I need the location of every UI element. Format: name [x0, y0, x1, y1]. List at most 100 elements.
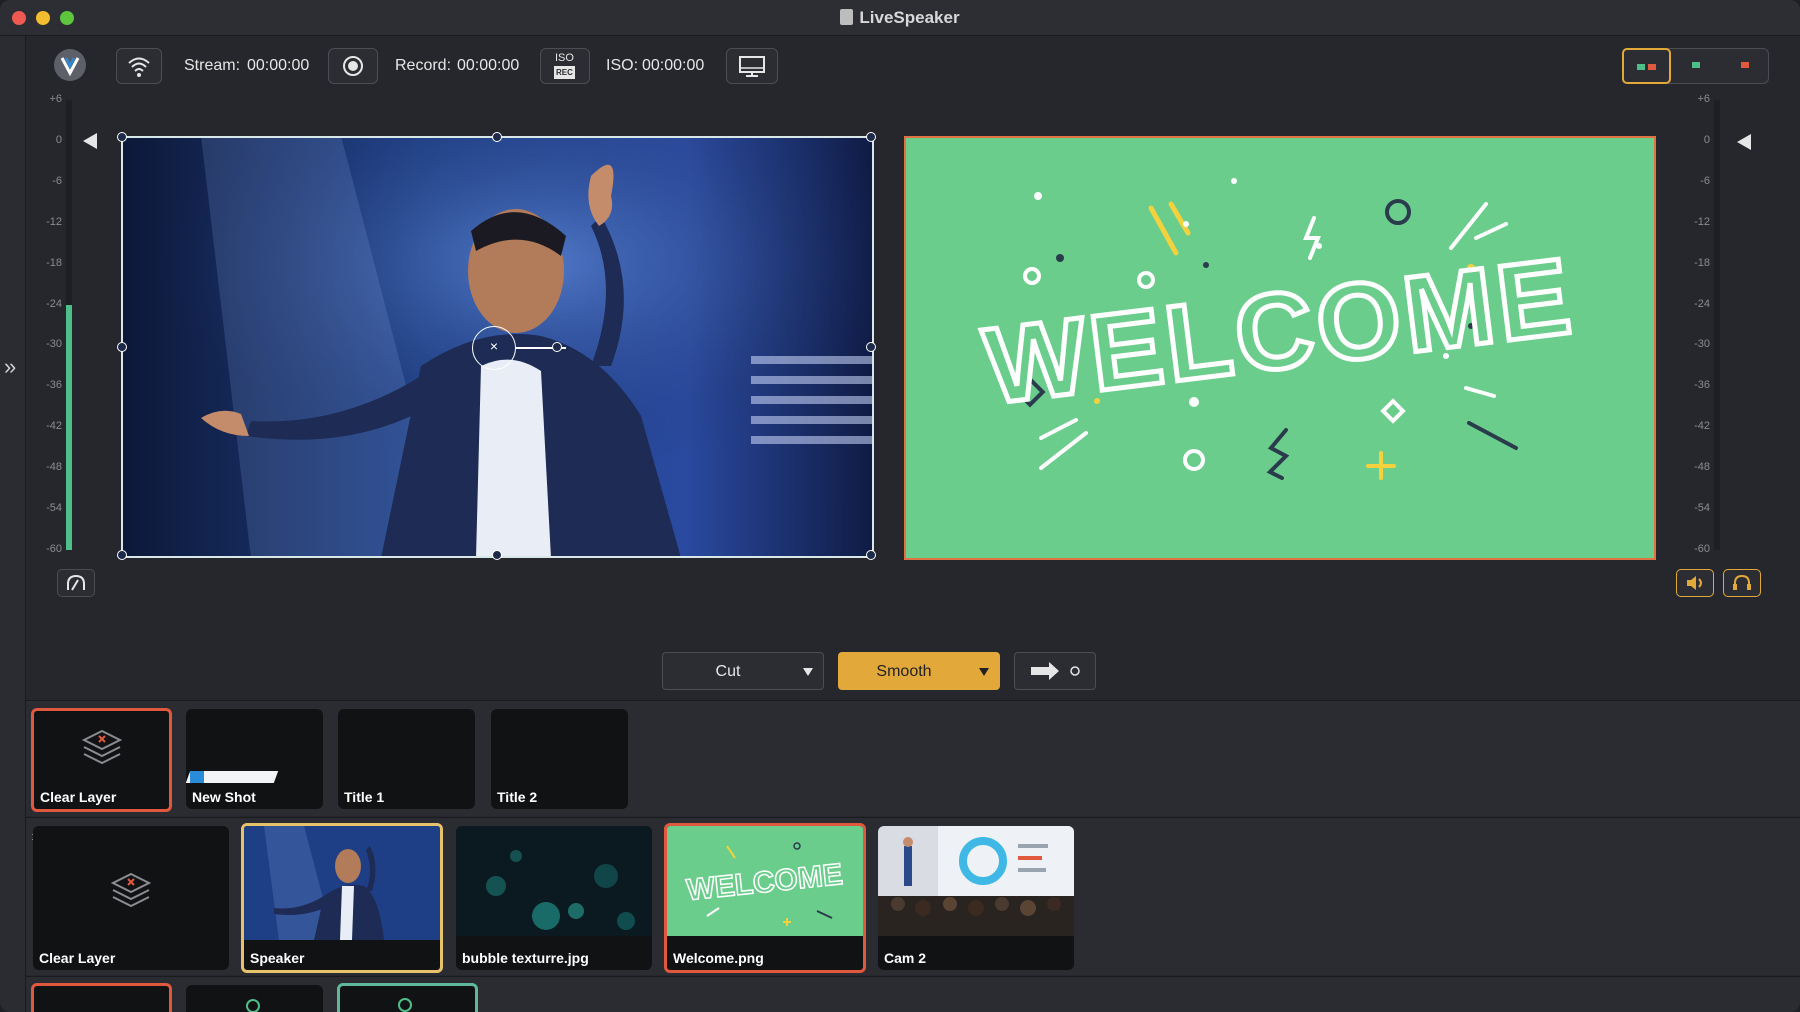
meter-tick-label: -48 [1694, 461, 1710, 474]
iso-badge-sub: REC [554, 66, 575, 79]
meter-tick-label: -12 [46, 215, 62, 228]
layout-program-only-button[interactable] [1721, 48, 1770, 84]
record-timer: 00:00:00 [457, 57, 520, 74]
meter-tick-label: -42 [46, 420, 62, 433]
program-speaker-button[interactable] [1676, 569, 1714, 597]
shot-tile[interactable]: Title 2 [491, 709, 628, 809]
shot-tile[interactable]: Clear Layer [33, 826, 229, 970]
expand-sidebar-icon[interactable]: » [4, 354, 16, 380]
record-icon [343, 56, 363, 76]
bubble-texture-thumbnail [456, 826, 652, 936]
shot-tile[interactable] [31, 983, 172, 1012]
shot-name: Welcome.png [673, 950, 764, 966]
meter-scale: +6 0 -6 -12 -18 -24 -30 -36 -42 -48 -54 -60 [36, 93, 66, 558]
document-icon [840, 9, 854, 25]
meter-tick-label: -24 [1694, 297, 1710, 310]
meter-tick-label: -54 [46, 502, 62, 515]
shot-name: Title 2 [497, 789, 538, 805]
shot-name: bubble texturre.jpg [462, 950, 589, 966]
meter-tick-label: +6 [49, 93, 62, 105]
audio-mix-icon [67, 574, 85, 591]
meter-level [66, 304, 72, 550]
program-volume-handle[interactable] [1737, 134, 1751, 150]
layers-icon [81, 729, 123, 765]
cut-label: Cut [715, 663, 741, 680]
green-square-icon [1692, 62, 1700, 68]
meter-tick-label: -30 [46, 338, 62, 351]
shot-tile[interactable]: Speaker [241, 823, 443, 973]
meter-tick-label: -30 [1694, 338, 1710, 351]
shot-tile[interactable]: New Shot [186, 709, 323, 809]
meter-tick-label: -48 [46, 461, 62, 474]
mic-icon [246, 999, 260, 1012]
program-headphones-button[interactable] [1723, 569, 1761, 597]
iso-timer: 00:00:00 [642, 57, 705, 74]
record-label: Record: [395, 57, 452, 74]
shot-name: Cam 2 [884, 950, 927, 966]
shot-tile[interactable]: Title 1 [338, 709, 475, 809]
stream-timer: 00:00:00 [247, 57, 310, 74]
app-logo-icon[interactable] [54, 49, 86, 81]
meter-tick-label: -36 [1694, 379, 1710, 392]
welcome-graphic: WELCOME [906, 138, 1654, 558]
speaker-thumbnail [244, 826, 440, 940]
red-square-icon [1648, 64, 1656, 70]
shot-layer-row-3 [26, 976, 1800, 1012]
meter-tick-label: -60 [46, 543, 62, 555]
preview-audio-button[interactable] [57, 569, 95, 597]
shot-name: New Shot [192, 789, 256, 805]
shot-tile[interactable] [186, 985, 323, 1012]
iso-badge-text: ISO [554, 52, 574, 64]
program-monitor[interactable]: WELCOME [904, 136, 1656, 560]
shot-tile[interactable]: bubble texturre.jpg [456, 826, 652, 970]
meter-tick-label: -42 [1694, 420, 1710, 433]
meter-bar [1714, 100, 1720, 550]
window-title: LiveSpeaker [0, 8, 1800, 28]
monitor-icon [739, 56, 765, 77]
iso-label: ISO: [606, 57, 639, 74]
take-transition-button[interactable] [1014, 652, 1096, 690]
anchor-point-icon[interactable]: × [472, 326, 516, 370]
left-sidebar-strip: » [0, 36, 26, 1012]
meter-tick-label: +6 [1697, 93, 1710, 105]
record-button[interactable] [328, 48, 378, 84]
shot-tile[interactable]: Clear Layer [31, 708, 172, 812]
layout-preview-program-button[interactable] [1622, 48, 1671, 84]
stream-label: Stream: [184, 57, 241, 74]
wifi-icon [128, 57, 150, 77]
meter-tick-label: -18 [46, 256, 62, 269]
output-display-button[interactable] [726, 48, 778, 84]
meter-scale: +6 0 -6 -12 -18 -24 -30 -36 -42 -48 -54 -60 [1684, 93, 1714, 558]
meter-bar [66, 100, 72, 550]
speaker-icon [1687, 576, 1702, 590]
meter-tick-label: -6 [1700, 174, 1710, 187]
meter-tick-label: -12 [1694, 215, 1710, 228]
meter-tick-label: -60 [1694, 543, 1710, 555]
smooth-transition-dropdown[interactable]: Smooth [838, 652, 1000, 690]
cam2-thumbnail [878, 826, 1074, 936]
shot-layer-row-1: Clear Layer New Shot Title 1 Title 2 [26, 700, 1800, 816]
shot-tile[interactable]: Cam 2 [878, 826, 1074, 970]
meter-tick-label: 0 [55, 133, 62, 146]
shot-tile[interactable]: WELCOME Welcome.png [664, 823, 866, 973]
headphones-icon [1733, 574, 1751, 590]
preview-volume-handle[interactable] [83, 133, 97, 149]
shot-name: Speaker [250, 950, 305, 966]
chevron-down-icon [803, 668, 813, 676]
program-audio-meter: +6 0 -6 -12 -18 -24 -30 -36 -42 -48 -54 -60 [1684, 93, 1724, 558]
iso-record-button[interactable]: ISO REC [540, 48, 590, 84]
layout-preview-only-button[interactable] [1672, 48, 1721, 84]
mic-icon [398, 998, 412, 1012]
lower-third-accent [190, 771, 204, 783]
smooth-label: Smooth [876, 663, 932, 680]
preview-audio-meter: +6 0 -6 -12 -18 -24 -30 -36 -42 -48 -54 -60 [36, 93, 76, 558]
layers-icon [110, 872, 152, 908]
shot-tile[interactable] [337, 983, 478, 1012]
welcome-thumbnail: WELCOME [667, 826, 863, 936]
cut-transition-dropdown[interactable]: Cut [662, 652, 824, 690]
red-square-icon [1741, 62, 1749, 68]
meter-tick-label: -36 [46, 379, 62, 392]
green-square-icon [1637, 64, 1645, 70]
stream-button[interactable] [116, 48, 162, 84]
meter-tick-label: -6 [52, 174, 62, 187]
